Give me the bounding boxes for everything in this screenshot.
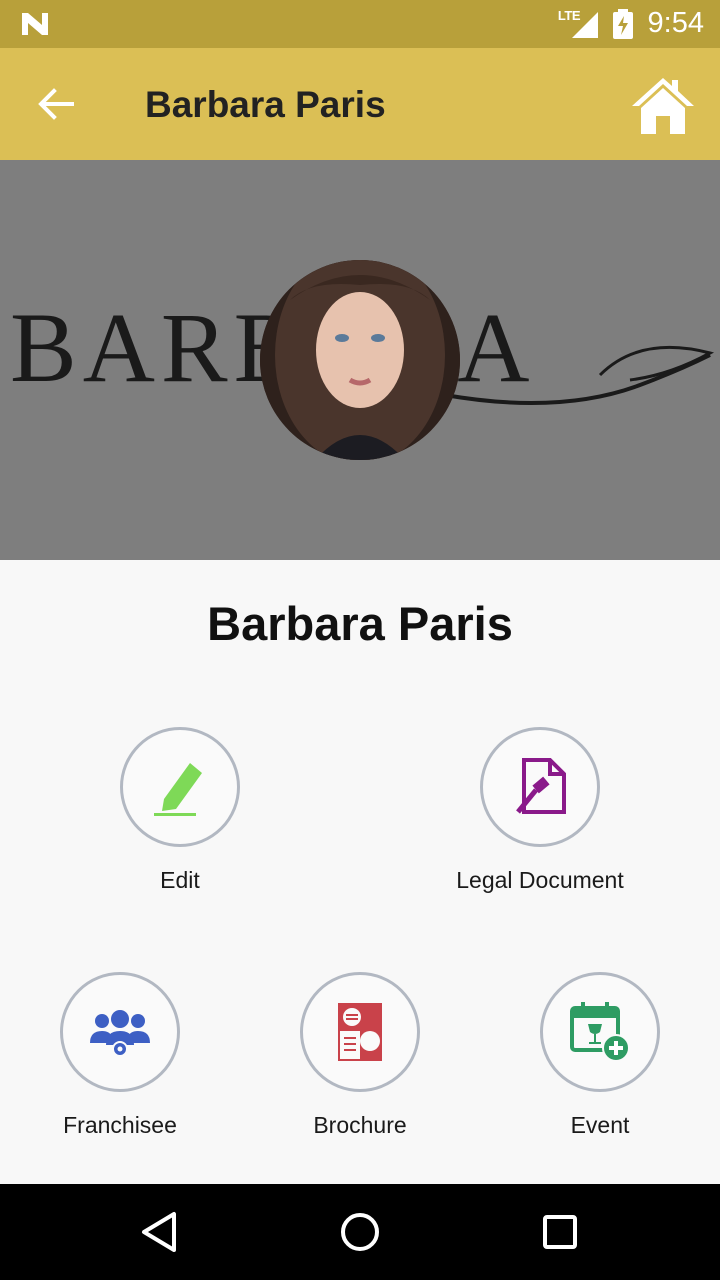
legal-document-circle[interactable] [480,727,600,847]
legal-document-icon [516,758,566,814]
nav-home-icon[interactable] [336,1208,384,1256]
brochure-circle[interactable] [300,972,420,1092]
status-bar: LTE 9:54 [0,0,720,48]
brand-swoosh-logo [444,345,715,405]
legal-document-button[interactable]: Legal Document [420,727,660,894]
franchisee-button[interactable]: Franchisee [0,972,240,1139]
legal-document-label: Legal Document [456,867,624,893]
n-notification-icon [22,13,48,35]
nav-recents-icon[interactable] [536,1208,584,1256]
avatar-image [260,260,460,460]
home-icon[interactable] [630,74,696,136]
edit-button[interactable]: Edit [60,727,300,894]
app-bar: Barbara Paris [0,48,720,160]
nav-back-icon[interactable] [136,1208,184,1256]
event-icon [570,1002,630,1062]
brochure-button[interactable]: Brochure [240,972,480,1139]
event-circle[interactable] [540,972,660,1092]
franchisee-label: Franchisee [63,1112,177,1138]
brochure-label: Brochure [313,1112,407,1138]
page-title: Barbara Paris [145,84,386,125]
profile-name: Barbara Paris [207,597,513,650]
signal-icon [572,12,598,38]
brochure-icon [338,1003,382,1061]
edit-label: Edit [160,867,200,893]
profile-avatar [260,260,460,460]
franchisee-icon [90,1010,150,1057]
battery-charging-icon [613,9,633,39]
back-arrow-icon[interactable] [34,82,78,126]
edit-circle[interactable] [120,727,240,847]
cover-banner: BARBARA [0,160,720,560]
clock: 9:54 [647,7,704,39]
event-button[interactable]: Event [480,972,720,1139]
franchisee-circle[interactable] [60,972,180,1092]
event-label: Event [570,1112,630,1138]
system-nav-bar [0,1184,720,1280]
edit-icon [154,763,202,816]
